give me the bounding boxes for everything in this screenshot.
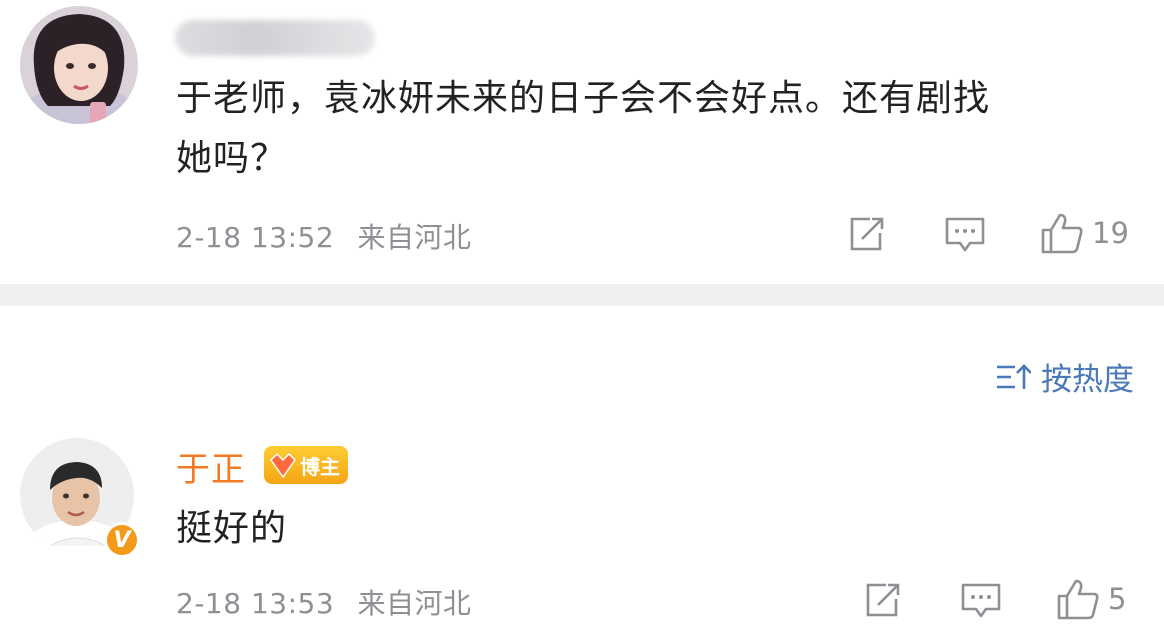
- comment-location: 来自河北: [357, 221, 472, 254]
- share-icon: [850, 217, 884, 251]
- reply-like-button[interactable]: 5: [1056, 578, 1126, 620]
- like-count: 19: [1092, 216, 1129, 250]
- original-comment: 于老师，袁冰妍未来的日子会不会好点。还有剧找 她吗？ 2-18 13:52 来自…: [0, 0, 1164, 284]
- commenter-username-blurred: [175, 20, 375, 56]
- blogger-badge: 博主: [264, 446, 348, 484]
- comment-text-line1: 于老师，袁冰妍未来的日子会不会好点。还有剧找: [176, 78, 991, 119]
- comment-button[interactable]: [944, 215, 986, 255]
- reply-meta: 2-18 13:53 来自河北: [176, 582, 472, 622]
- commenter-avatar[interactable]: [20, 6, 138, 124]
- blogger-badge-label: 博主: [300, 454, 340, 479]
- sort-icon: [997, 363, 1031, 389]
- comment-icon: [945, 217, 985, 252]
- reply-location: 来自河北: [357, 587, 472, 620]
- reply-timestamp: 2-18 13:53: [176, 587, 335, 620]
- section-divider: [0, 284, 1164, 306]
- sort-by-hot-button[interactable]: 按热度: [995, 354, 1134, 399]
- thumbs-up-icon: [1057, 579, 1099, 620]
- like-button[interactable]: 19: [1040, 212, 1129, 254]
- reply-share-button[interactable]: [862, 581, 902, 619]
- comment-icon: [961, 583, 1001, 618]
- comment-timestamp: 2-18 13:52: [176, 221, 335, 254]
- share-icon: [866, 583, 900, 617]
- reply-username[interactable]: 于正: [176, 442, 246, 491]
- share-button[interactable]: [846, 215, 886, 253]
- crown-badge-icon: [270, 452, 296, 479]
- sort-label: 按热度: [1041, 362, 1134, 398]
- verified-badge-icon: V: [104, 522, 140, 558]
- reply-text: 挺好的: [176, 508, 288, 549]
- thumbs-up-icon: [1041, 213, 1083, 254]
- verified-mark: V: [113, 527, 131, 553]
- reply-like-count: 5: [1108, 582, 1127, 616]
- reply-comment-button[interactable]: [960, 581, 1002, 621]
- reply-section: 按热度 V 于正 博主 挺好的 2-18 13:53 来自河北 5: [0, 306, 1164, 644]
- comment-text-line2: 她吗？: [176, 138, 288, 179]
- comment-meta: 2-18 13:52 来自河北: [176, 216, 472, 256]
